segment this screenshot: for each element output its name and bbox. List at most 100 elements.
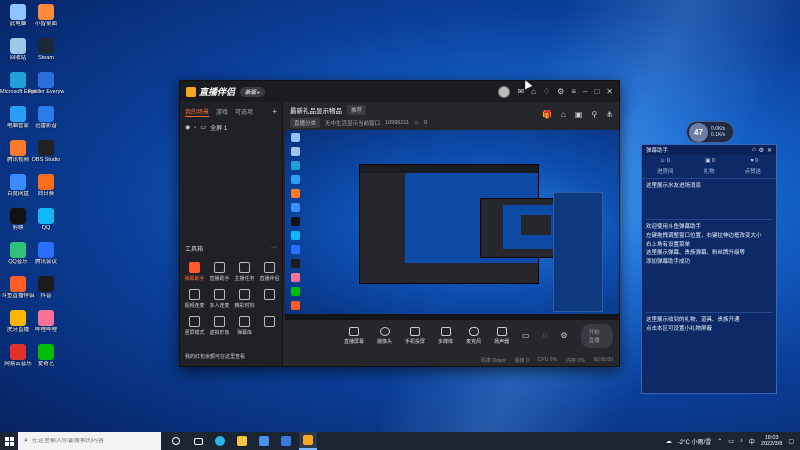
desktop-icon[interactable]: 向日葵: [28, 174, 64, 197]
microphone-button[interactable]: 麦克风: [466, 327, 481, 345]
desktop-icon[interactable]: 迅雷影音: [28, 106, 64, 129]
app-icon: [10, 4, 26, 20]
mail-icon[interactable]: [277, 432, 295, 450]
timer-icon[interactable]: ◌: [543, 332, 548, 340]
weather-text[interactable]: -2°C 小雨/雪: [678, 437, 711, 446]
clock[interactable]: 18:03 2022/3/8: [761, 435, 782, 448]
avatar[interactable]: [498, 85, 511, 98]
toolbox-item[interactable]: 竖屏模式: [182, 316, 207, 336]
media-button[interactable]: 多媒体: [438, 327, 453, 345]
eye-icon[interactable]: ◉: [185, 124, 190, 131]
window-titlebar[interactable]: 直播伴侣 新版 ▸ ✉ ⌂ ♢ ⚙ ≡ – □ ✕: [180, 81, 619, 102]
toolbox-item[interactable]: 弹幕助手: [182, 262, 207, 282]
store-icon[interactable]: [255, 432, 273, 450]
task-view-icon[interactable]: [189, 432, 207, 450]
start-button[interactable]: [0, 432, 18, 450]
search-input[interactable]: [31, 438, 152, 444]
desktop-icon[interactable]: 抖音: [28, 276, 64, 299]
lock-small-icon[interactable]: ▫: [194, 125, 196, 131]
preview-icon: [291, 203, 300, 212]
toolbox-item[interactable]: 直播助手: [207, 262, 232, 282]
tool-icon: [239, 262, 250, 273]
tool-icon: [214, 289, 225, 300]
toolbox-item[interactable]: 直播伴侣: [257, 262, 282, 282]
maximize-icon[interactable]: □: [594, 87, 599, 96]
more-icon[interactable]: ⋯: [271, 244, 277, 253]
desktop-icon[interactable]: Fiddler Everywhere: [28, 72, 64, 95]
volume-icon[interactable]: ♪: [740, 438, 743, 444]
danmaku-close-icon[interactable]: ✕: [767, 147, 772, 154]
taskbar-search[interactable]: ⌕: [18, 432, 161, 450]
desktop-icon[interactable]: Steam: [28, 38, 64, 61]
file-explorer-icon[interactable]: [233, 432, 251, 450]
app-name: 直播伴侣: [199, 87, 236, 97]
weather-icon[interactable]: ☁: [666, 438, 672, 445]
toolbox-item[interactable]: 虚拟形象: [207, 316, 232, 336]
left-footer-text[interactable]: 我的红包余额可在这里查看: [185, 353, 245, 360]
danmaku-settings-icon[interactable]: ⚙: [759, 147, 764, 154]
add-scene-icon[interactable]: +: [272, 107, 277, 117]
speaker-button[interactable]: 扬声器: [494, 327, 509, 345]
stream-settings-icon[interactable]: ⚙: [560, 332, 567, 340]
lock-icon[interactable]: ⌂: [531, 87, 536, 96]
start-live-button[interactable]: 开始直播: [580, 324, 613, 348]
tab-game[interactable]: 游戏: [216, 107, 228, 117]
room-category[interactable]: 直播分类: [290, 118, 321, 128]
gift-messages[interactable]: 这里展示收到的礼物、道具、贵族开通 点击本区可设置小礼物屏蔽: [642, 313, 776, 337]
share-icon[interactable]: ⋔: [606, 110, 613, 119]
tool-label: 多人连麦: [209, 303, 230, 309]
desktop-icon[interactable]: 小智桌面: [28, 4, 64, 27]
desktop-icon[interactable]: 爱奇艺: [28, 344, 64, 367]
toolbox-item[interactable]: 精彩时刻: [232, 289, 257, 309]
desktop-icon[interactable]: 腾讯会议: [28, 242, 64, 265]
danmaku-assistant-panel[interactable]: 弹幕助手 ⌂ ⚙ ✕ ☺ 0 ▣ 0 ♥ 0 进房间 礼物 点赞送 这里展示水友…: [641, 144, 777, 394]
source-item[interactable]: ◉ ▫ ▭ 全屏 1: [180, 120, 282, 135]
toolbox-item[interactable]: 弹幕库: [232, 316, 257, 336]
cat-like[interactable]: 点赞送: [744, 167, 761, 175]
camera-button[interactable]: 摄像头: [377, 327, 392, 345]
notification-icon[interactable]: ▢: [788, 438, 794, 445]
ime-language[interactable]: 中: [749, 437, 755, 446]
network-icon[interactable]: ▭: [728, 438, 734, 445]
toolbox-item[interactable]: [257, 316, 282, 336]
close-icon[interactable]: ✕: [606, 87, 613, 96]
desktop-icon[interactable]: OBS Studio: [28, 140, 64, 163]
toolbox-item[interactable]: 多人连麦: [207, 289, 232, 309]
shirt-icon[interactable]: ♢: [543, 87, 550, 96]
lock-room-icon[interactable]: ⌂: [561, 110, 566, 119]
menu-icon[interactable]: ≡: [571, 87, 576, 96]
cat-gift[interactable]: 礼物: [703, 167, 714, 175]
desktop-icon-label: QQ: [41, 225, 51, 231]
cortana-icon[interactable]: [167, 432, 185, 450]
minimize-icon[interactable]: –: [583, 87, 587, 96]
chat-messages: 欢迎使用斗鱼弹幕助手 左键拖拽调整窗口位置，右键拉伸边框改变大小 右上角有设置菜单这…: [642, 220, 776, 312]
live-companion-window[interactable]: 直播伴侣 新版 ▸ ✉ ⌂ ♢ ⚙ ≡ – □ ✕ 我的场景 游戏 可选项 + …: [179, 80, 620, 367]
toolbox-item[interactable]: [257, 289, 282, 309]
edge-icon[interactable]: [211, 432, 229, 450]
screen-capture-button[interactable]: 直播屏幕: [344, 327, 364, 345]
toolbox-item[interactable]: 主播任务: [232, 262, 257, 282]
network-speed-widget[interactable]: 47 0.0K/s 0.1K/s: [686, 121, 734, 143]
gift-icon[interactable]: 🎁: [542, 110, 552, 119]
message-icon[interactable]: ✉: [517, 87, 524, 96]
phone-cast-button[interactable]: 手机投屏: [405, 327, 425, 345]
desktop-icon[interactable]: QQ: [28, 208, 64, 231]
tab-options[interactable]: 可选项: [235, 107, 253, 117]
app-icon: [38, 208, 54, 224]
tray-expand-icon[interactable]: ⌃: [717, 438, 722, 445]
tab-my-scene[interactable]: 我的场景: [185, 107, 210, 117]
settings-icon[interactable]: ⚙: [557, 87, 564, 96]
desktop-icon[interactable]: 哔哩哔哩: [28, 310, 64, 333]
room-title[interactable]: 最新礼品显示物品: [290, 105, 342, 115]
douyu-companion-taskbar-icon[interactable]: [299, 432, 317, 450]
version-badge[interactable]: 新版 ▸: [240, 86, 266, 97]
windows-icon: [4, 436, 14, 446]
danmaku-lock-icon[interactable]: ⌂: [752, 147, 756, 154]
danmaku-titlebar[interactable]: 弹幕助手 ⌂ ⚙ ✕: [642, 145, 776, 155]
stream-preview[interactable]: [285, 130, 619, 320]
cat-enter[interactable]: 进房间: [657, 167, 674, 175]
record-icon[interactable]: ▭: [522, 332, 530, 340]
bell-icon[interactable]: ⚲: [591, 110, 597, 119]
room-settings-icon[interactable]: ▣: [575, 110, 583, 119]
toolbox-item[interactable]: 视频连麦: [182, 289, 207, 309]
